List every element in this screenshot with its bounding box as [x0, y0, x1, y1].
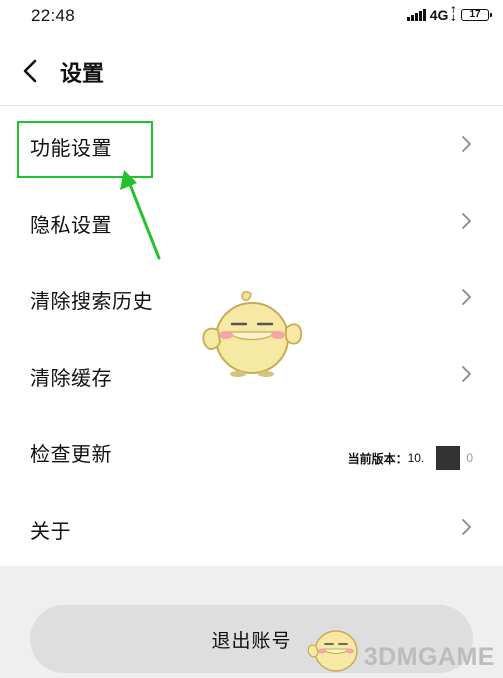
- settings-item-about[interactable]: 关于: [0, 489, 503, 566]
- status-bar: 22:48 4G ↑ ↓ 17: [0, 0, 503, 32]
- settings-item-label: 隐私设置: [30, 212, 112, 237]
- chevron-right-icon: [462, 136, 471, 152]
- settings-item-clear-search-history[interactable]: 清除搜索历史: [0, 259, 503, 336]
- watermark-text: 3DMGAME: [363, 643, 495, 671]
- page-title: 设置: [60, 62, 105, 87]
- chevron-right-icon: [462, 519, 471, 535]
- version-label: 当前版本：: [347, 451, 408, 466]
- chevron-right-icon: [462, 289, 471, 306]
- settings-item-label: 清除搜索历史: [30, 289, 153, 314]
- header: 设置: [0, 40, 503, 102]
- back-arrow-icon[interactable]: [16, 56, 46, 86]
- settings-item-privacy[interactable]: 隐私设置: [0, 183, 503, 260]
- battery-icon: 17: [461, 9, 492, 21]
- settings-item-label: 功能设置: [30, 136, 112, 160]
- status-time: 22:48: [31, 6, 76, 25]
- network-type: 4G: [429, 7, 449, 23]
- version-value: 10.: [407, 451, 425, 466]
- settings-item-clear-cache[interactable]: 清除缓存: [0, 336, 503, 413]
- settings-list: 功能设置 隐私设置 清除搜索历史 清除缓存 检查更新 当前版本： 10. 0 关…: [0, 106, 503, 566]
- battery-level: 17: [469, 9, 481, 20]
- redaction-box: [436, 446, 461, 471]
- version-info: 当前版本： 10. 0: [347, 446, 473, 471]
- settings-item-check-update[interactable]: 检查更新 当前版本： 10. 0: [0, 412, 503, 489]
- status-indicators: 4G ↑ ↓ 17: [406, 6, 492, 24]
- settings-item-label: 检查更新: [30, 442, 112, 467]
- settings-item-function[interactable]: 功能设置: [0, 106, 503, 183]
- signal-icon: [406, 9, 426, 21]
- chevron-right-icon: [462, 212, 471, 229]
- chevron-right-icon: [462, 365, 471, 382]
- settings-item-label: 清除缓存: [30, 365, 112, 390]
- version-suffix: 0: [466, 451, 473, 466]
- data-arrows-icon: ↑ ↓: [449, 6, 457, 24]
- settings-item-label: 关于: [30, 518, 71, 543]
